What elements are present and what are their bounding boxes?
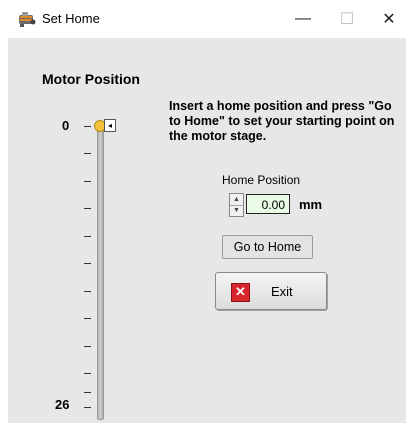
scale-ticks bbox=[84, 126, 94, 411]
home-position-stepper[interactable]: ▲ ▼ bbox=[229, 193, 244, 217]
value-marker-icon: ◂ bbox=[104, 119, 116, 132]
motor-app-icon bbox=[19, 12, 36, 27]
close-icon: ✕ bbox=[382, 11, 396, 28]
home-position-input[interactable]: 0.00 bbox=[246, 194, 290, 214]
home-position-label: Home Position bbox=[222, 173, 301, 187]
exit-button[interactable]: ✕ Exit bbox=[215, 272, 327, 310]
go-to-home-button[interactable]: Go to Home bbox=[222, 235, 313, 259]
window-title: Set Home bbox=[42, 11, 100, 26]
scale-min-label: 0 bbox=[62, 118, 70, 133]
motor-position-label: Motor Position bbox=[42, 71, 140, 87]
panel: Motor Position 0 26 ◂ Insert a home posi… bbox=[8, 38, 406, 423]
exit-label: Exit bbox=[271, 284, 293, 299]
decrement-icon[interactable]: ▼ bbox=[230, 206, 243, 217]
unit-label: mm bbox=[299, 197, 323, 212]
minimize-icon: — bbox=[295, 10, 311, 27]
title-bar: Set Home — ☐ ✕ bbox=[0, 0, 409, 38]
increment-icon[interactable]: ▲ bbox=[230, 194, 243, 206]
maximize-icon: ☐ bbox=[339, 11, 355, 28]
minimize-button[interactable]: — bbox=[286, 4, 320, 34]
instructions-text: Insert a home position and press "Go to … bbox=[169, 99, 395, 143]
close-button[interactable]: ✕ bbox=[372, 4, 406, 34]
exit-icon: ✕ bbox=[231, 283, 250, 302]
maximize-button[interactable]: ☐ bbox=[330, 4, 364, 34]
scale-max-label: 26 bbox=[55, 397, 70, 412]
slider-track[interactable] bbox=[97, 123, 104, 420]
